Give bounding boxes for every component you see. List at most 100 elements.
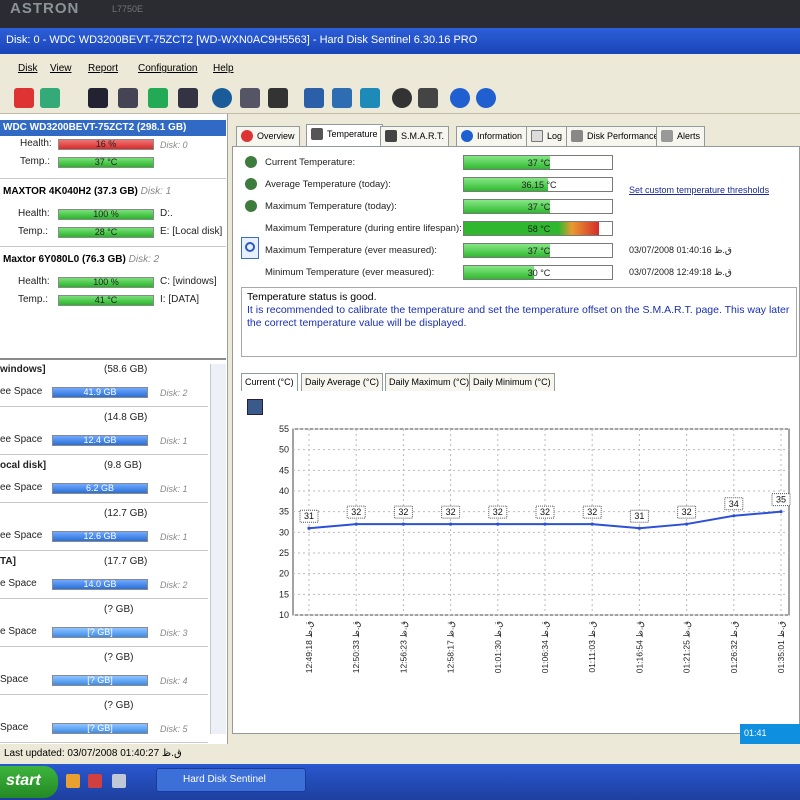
volume-name[interactable]: windows]	[0, 364, 46, 375]
network-icon[interactable]	[360, 88, 380, 108]
refresh-icon[interactable]	[14, 88, 34, 108]
y-tick-label: 50	[279, 445, 289, 455]
temperature-bar: 30 °C	[463, 265, 613, 280]
alert-icon[interactable]	[418, 88, 438, 108]
free-space-bar: 12.6 GB	[52, 531, 148, 542]
volume-scrollbar[interactable]	[210, 364, 226, 734]
explorer-icon[interactable]	[66, 774, 80, 788]
window-title[interactable]: Disk: 0 - WDC WD3200BEVT-75ZCT2 [WD-WXN0…	[0, 28, 800, 54]
custom-thresholds-link[interactable]: Set custom temperature thresholds	[629, 185, 769, 195]
clock-icon[interactable]	[118, 88, 138, 108]
wrench-icon[interactable]	[240, 88, 260, 108]
mail-icon[interactable]	[332, 88, 352, 108]
tab-log[interactable]: Log	[526, 126, 568, 146]
tab-alerts[interactable]: Alerts	[656, 126, 706, 146]
report-icon[interactable]	[40, 88, 60, 108]
volume-name[interactable]: ocal disk]	[0, 460, 46, 471]
y-tick-label: 45	[279, 465, 289, 475]
globe-icon[interactable]	[212, 88, 232, 108]
media-icon[interactable]	[88, 774, 102, 788]
disk-1-header[interactable]: MAXTOR 4K040H2 (37.3 GB) Disk: 1	[0, 184, 226, 200]
status-bar: Last updated: 03/07/2008 01:40:27 ق.ظ	[0, 744, 800, 764]
x-tick-label: 01:35:01 ق.ظ	[776, 621, 786, 674]
data-point	[449, 522, 453, 526]
menu-configuration[interactable]: Configuration	[138, 63, 197, 74]
info-icon	[461, 130, 473, 142]
volume-disk-number: Disk: 2	[160, 580, 188, 590]
temperature-value: 36.15 °C	[521, 180, 557, 190]
menu-disk[interactable]: Disk	[18, 63, 37, 74]
disk-1-health-bar: 100 %	[58, 209, 154, 220]
check-icon	[245, 178, 257, 190]
subtab-current[interactable]: Current (°C)	[241, 373, 298, 391]
disk-1-drive-d[interactable]: D:.	[160, 208, 173, 219]
data-label: 32	[540, 507, 550, 517]
tab-disk-performance[interactable]: Disk Performance	[566, 126, 664, 146]
temperature-label: Maximum Temperature (today):	[265, 201, 397, 212]
volume-disk-number: Disk: 5	[160, 724, 188, 734]
tab-information[interactable]: Information	[456, 126, 528, 146]
disk-2-drive-i[interactable]: I: [DATA]	[160, 294, 199, 305]
print-icon[interactable]	[268, 88, 288, 108]
start-button[interactable]: start	[0, 766, 58, 798]
temperature-value: 37 °C	[527, 202, 551, 212]
temperature-value: 30 °C	[527, 268, 551, 278]
gear-icon[interactable]	[392, 88, 412, 108]
disk-2-header[interactable]: Maxtor 6Y080L0 (76.3 GB) Disk: 2	[0, 252, 226, 268]
temperature-label: Maximum Temperature (ever measured):	[265, 245, 437, 256]
save-icon[interactable]	[247, 399, 263, 415]
document-icon[interactable]	[304, 88, 324, 108]
chip-icon	[385, 130, 397, 142]
info-icon[interactable]	[476, 88, 496, 108]
y-tick-label: 35	[279, 507, 289, 517]
x-tick-label: 12:50:33 ق.ظ	[351, 621, 361, 674]
menu-report[interactable]: Report	[88, 63, 118, 74]
x-tick-label: 12:56:23 ق.ظ	[398, 621, 408, 674]
free-space-label: ee Space	[0, 482, 43, 493]
disk-1-drive-e[interactable]: E: [Local disk]	[160, 226, 222, 237]
volume-disk-number: Disk: 1	[160, 436, 188, 446]
disk-tool-icon[interactable]	[88, 88, 108, 108]
data-label: 34	[729, 499, 739, 509]
main-panel: Overview Temperature S.M.A.R.T. Informat…	[232, 114, 800, 744]
subtab-daily-average[interactable]: Daily Average (°C)	[301, 373, 383, 391]
subtab-daily-minimum[interactable]: Daily Minimum (°C)	[469, 373, 555, 391]
disk-2-drive-c[interactable]: C: [windows]	[160, 276, 217, 287]
system-tray[interactable]: 01:41	[740, 724, 800, 744]
temperature-bar: 37 °C	[463, 199, 613, 214]
data-label: 32	[682, 507, 692, 517]
app-body: WDC WD3200BEVT-75ZCT2 (298.1 GB) Health:…	[0, 114, 800, 744]
temperature-value: 58 °C	[527, 224, 551, 234]
temperature-label: Minimum Temperature (ever measured):	[265, 267, 435, 278]
calibrate-button[interactable]	[241, 237, 259, 259]
tab-temperature[interactable]: Temperature	[306, 124, 383, 146]
data-label: 32	[398, 507, 408, 517]
disk-0-header[interactable]: WDC WD3200BEVT-75ZCT2 (298.1 GB)	[0, 120, 226, 136]
volume-disk-number: Disk: 2	[160, 388, 188, 398]
desktop-icon[interactable]	[112, 774, 126, 788]
calibration-hint-text: It is recommended to calibrate the tempe…	[247, 304, 790, 329]
disk-0-temp-label: Temp.:	[20, 156, 51, 167]
data-label: 32	[587, 507, 597, 517]
free-space-bar: 12.4 GB	[52, 435, 148, 446]
y-tick-label: 40	[279, 486, 289, 496]
disk-0-number: Disk: 0	[160, 140, 188, 150]
alert-icon	[661, 130, 673, 142]
tab-overview[interactable]: Overview	[236, 126, 300, 146]
menu-help[interactable]: Help	[213, 63, 234, 74]
help-icon[interactable]	[450, 88, 470, 108]
menu-view[interactable]: View	[50, 63, 72, 74]
temperature-label: Current Temperature:	[265, 157, 356, 168]
tab-smart[interactable]: S.M.A.R.T.	[380, 126, 450, 146]
subtab-daily-maximum[interactable]: Daily Maximum (°C)	[385, 373, 474, 391]
tray-clock: 01:41	[744, 728, 767, 738]
disk-2-temp-label: Temp.:	[18, 294, 49, 305]
taskbar-hard-disk-sentinel[interactable]: Hard Disk Sentinel	[156, 768, 306, 792]
data-label: 31	[304, 511, 314, 521]
disk-test-icon[interactable]	[178, 88, 198, 108]
volume-name[interactable]: TA]	[0, 556, 16, 567]
volume-size: (14.8 GB)	[104, 412, 148, 423]
disk-check-icon[interactable]	[148, 88, 168, 108]
data-label: 32	[493, 507, 503, 517]
check-icon	[245, 156, 257, 168]
